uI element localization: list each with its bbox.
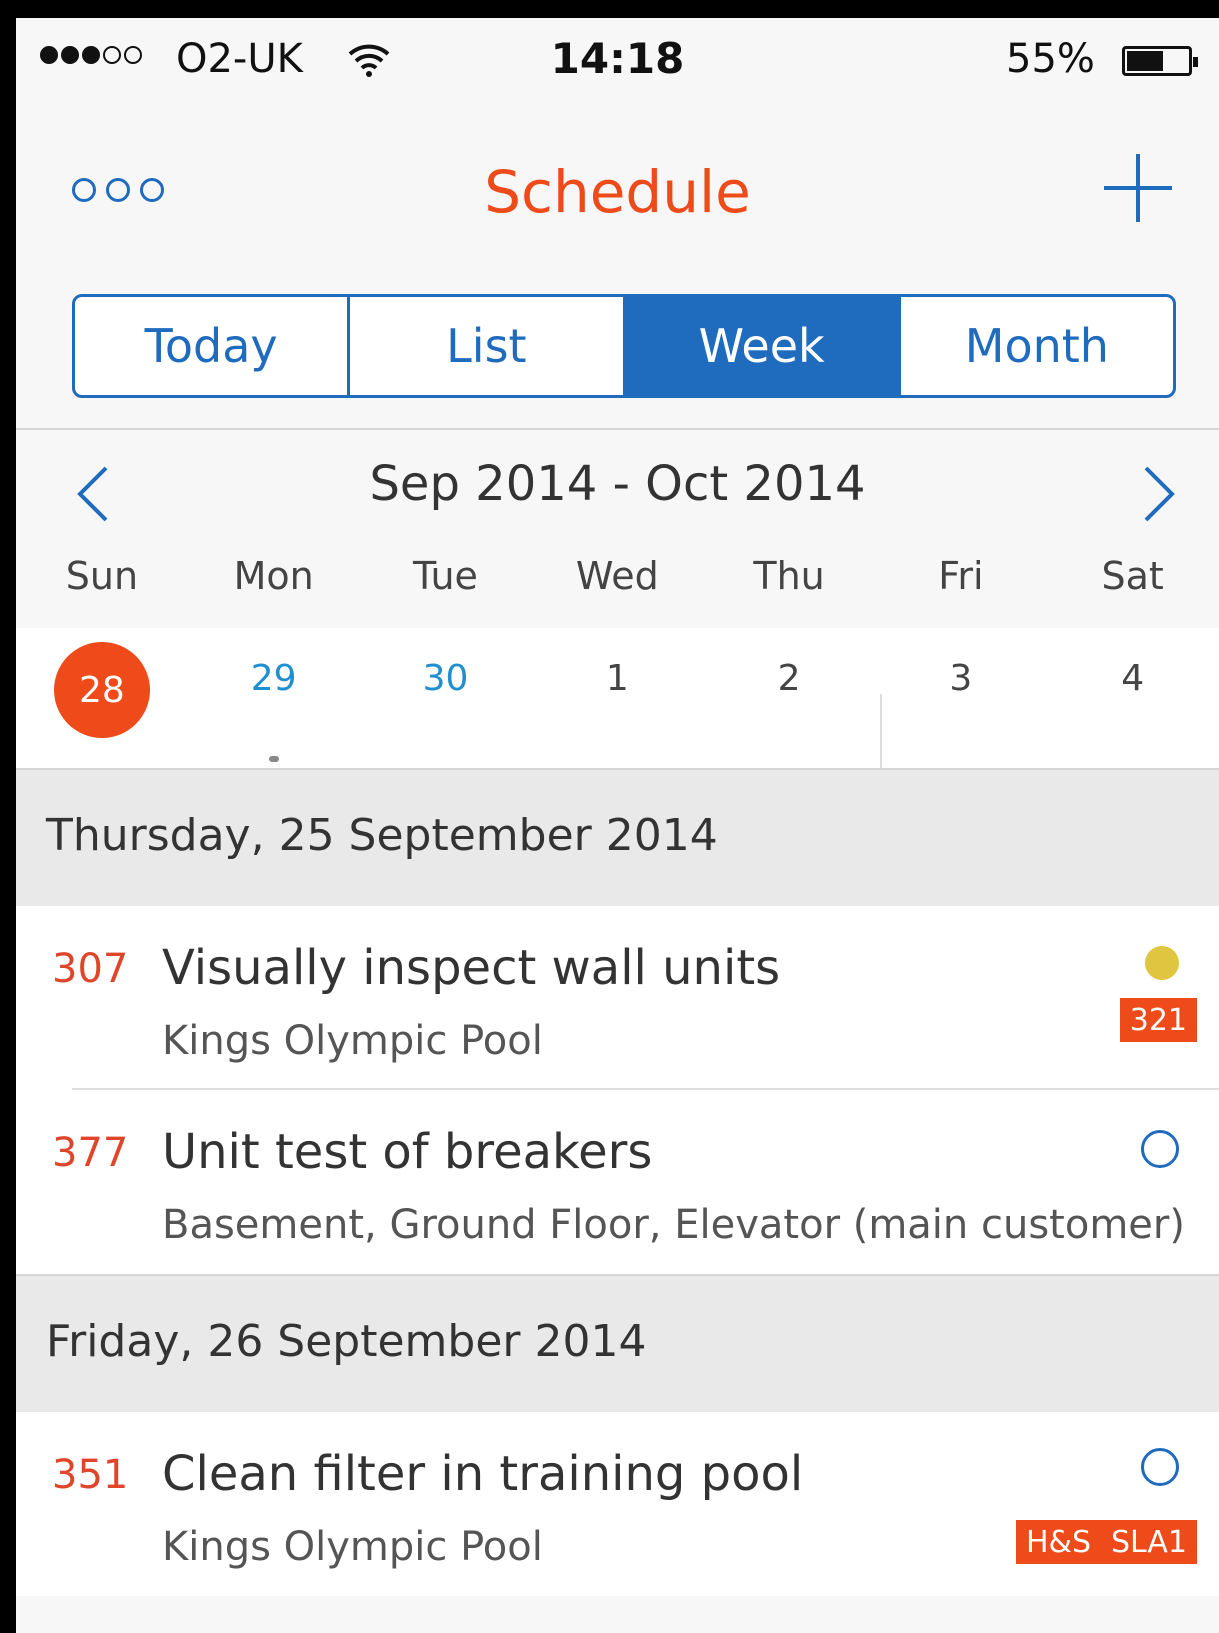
divider: [880, 694, 882, 774]
page-title: Schedule: [484, 158, 751, 226]
job-location: Kings Olympic Pool: [162, 1524, 543, 1570]
job-title: Clean filter in training pool: [162, 1446, 804, 1502]
week-days-row: 28 29 30 1 2 3 4: [16, 628, 1219, 780]
status-bar: O2-UK 14:18 55%: [16, 18, 1219, 98]
day-cell[interactable]: 29: [188, 628, 360, 780]
weekday-label: Tue: [413, 554, 478, 598]
battery-icon: [1122, 46, 1198, 76]
status-dot-icon: [1145, 946, 1179, 980]
list-item[interactable]: 351 Clean filter in training pool Kings …: [16, 1412, 1219, 1596]
job-title: Unit test of breakers: [162, 1124, 653, 1180]
tag-badge: H&S: [1016, 1520, 1101, 1564]
section-date: Friday, 26 September 2014: [46, 1316, 647, 1367]
tab-month[interactable]: Month: [897, 297, 1173, 395]
status-circle-icon: [1141, 1130, 1179, 1168]
tab-today[interactable]: Today: [75, 297, 347, 395]
job-location: Kings Olympic Pool: [162, 1018, 543, 1064]
day-cell[interactable]: 2: [703, 628, 875, 780]
week-range-title: Sep 2014 - Oct 2014: [369, 456, 866, 512]
app-screen: O2-UK 14:18 55% Schedule Today List Week…: [16, 18, 1219, 1633]
job-number: 351: [52, 1452, 129, 1498]
job-number: 377: [52, 1130, 129, 1176]
section-header: Thursday, 25 September 2014: [16, 768, 1219, 908]
weekday-label: Fri: [938, 554, 984, 598]
day-cell[interactable]: 4: [1047, 628, 1219, 780]
weekday-label: Mon: [233, 554, 314, 598]
chevron-right-icon[interactable]: [1136, 464, 1180, 524]
tag-badge: SLA1: [1100, 1520, 1197, 1564]
section-date: Thursday, 25 September 2014: [46, 810, 718, 861]
job-location: Basement, Ground Floor, Elevator (main c…: [162, 1202, 1185, 1248]
weekday-label: Sat: [1101, 554, 1164, 598]
day-number: 29: [250, 658, 297, 699]
view-mode-segmented-control: Today List Week Month: [72, 294, 1176, 398]
day-number: 2: [777, 658, 801, 699]
nav-bar: Schedule: [16, 98, 1219, 278]
tab-week[interactable]: Week: [622, 297, 898, 395]
day-number: 4: [1121, 658, 1145, 699]
day-number: 1: [605, 658, 629, 699]
status-circle-icon: [1141, 1448, 1179, 1486]
day-cell[interactable]: 1: [531, 628, 703, 780]
day-number: 28: [53, 642, 150, 738]
day-cell[interactable]: 30: [360, 628, 532, 780]
battery-percent: 55%: [1006, 36, 1095, 82]
day-cell[interactable]: 28: [16, 628, 188, 780]
job-number: 307: [52, 946, 129, 992]
event-marker: [268, 756, 279, 762]
day-number: 30: [422, 658, 469, 699]
weekday-label: Thu: [753, 554, 825, 598]
plus-icon[interactable]: [1104, 154, 1172, 222]
tab-list[interactable]: List: [347, 297, 622, 395]
section-header: Friday, 26 September 2014: [16, 1274, 1219, 1414]
list-item[interactable]: 377 Unit test of breakers Basement, Grou…: [16, 1090, 1219, 1274]
day-number: 3: [949, 658, 973, 699]
list-item[interactable]: 307 Visually inspect wall units Kings Ol…: [16, 906, 1219, 1090]
day-cell[interactable]: 3: [875, 628, 1047, 780]
weekday-label: Wed: [575, 554, 659, 598]
job-title: Visually inspect wall units: [162, 940, 781, 996]
weekday-header-row: Sun Mon Tue Wed Thu Fri Sat: [16, 554, 1219, 614]
divider: [16, 428, 1219, 430]
weekday-label: Sun: [65, 554, 139, 598]
tag-badge: 321: [1119, 998, 1197, 1042]
